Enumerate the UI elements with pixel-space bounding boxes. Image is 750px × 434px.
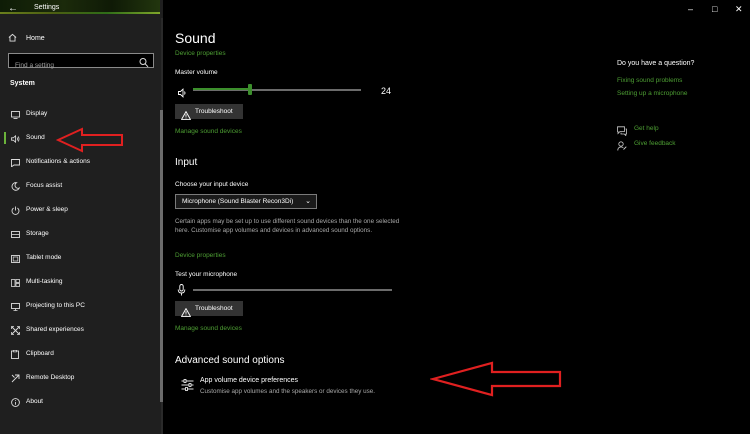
- sidebar-item-label: Sound: [26, 134, 45, 141]
- speaker-icon[interactable]: [178, 85, 188, 98]
- speaker-icon: [10, 134, 20, 143]
- display-icon: [10, 110, 20, 119]
- annotation-arrow-sound: [56, 127, 123, 153]
- sidebar-home[interactable]: Home: [8, 32, 45, 44]
- input-device-selected: Microphone (Sound Blaster Recon3Di): [182, 198, 294, 205]
- microphone-level-meter: [175, 283, 395, 296]
- home-icon: [8, 33, 22, 44]
- sidebar-item-label: Notifications & actions: [26, 158, 90, 165]
- advanced-sound-heading: Advanced sound options: [175, 355, 285, 366]
- sidebar-item-storage[interactable]: Storage: [0, 224, 160, 244]
- storage-icon: [10, 230, 20, 239]
- selection-indicator: [4, 132, 6, 144]
- sidebar-item-label: Shared experiences: [26, 326, 84, 333]
- sidebar-item-label: Display: [26, 110, 48, 117]
- close-button[interactable]: ✕: [735, 3, 743, 15]
- sidebar-item-label: About: [26, 398, 43, 405]
- power-icon: [10, 206, 20, 215]
- chevron-down-icon: ⌄: [305, 198, 311, 205]
- input-heading: Input: [175, 157, 198, 168]
- question-heading: Do you have a question?: [617, 60, 695, 67]
- warning-icon: [180, 107, 192, 120]
- remote-desktop-icon: [10, 374, 20, 383]
- setup-microphone-link[interactable]: Setting up a microphone: [617, 90, 687, 97]
- sidebar-item-power-sleep[interactable]: Power & sleep: [0, 200, 160, 220]
- sidebar-home-label: Home: [26, 34, 45, 42]
- search-icon[interactable]: [139, 55, 149, 68]
- troubleshoot-label: Troubleshoot: [195, 305, 233, 312]
- sidebar-item-label: Tablet mode: [26, 254, 62, 261]
- input-description: Certain apps may be set up to use differ…: [175, 218, 400, 234]
- input-device-dropdown[interactable]: Microphone (Sound Blaster Recon3Di) ⌄: [175, 194, 317, 209]
- tablet-icon: [10, 254, 20, 263]
- troubleshoot-label: Troubleshoot: [195, 108, 233, 115]
- search-input[interactable]: [9, 59, 131, 72]
- feedback-icon: [617, 138, 627, 151]
- output-troubleshoot-button[interactable]: Troubleshoot: [175, 104, 243, 120]
- notifications-icon: [10, 158, 20, 167]
- back-button[interactable]: ←: [8, 3, 18, 15]
- output-device-properties-link[interactable]: Device properties: [175, 50, 226, 57]
- volume-slider-fill: [193, 88, 251, 90]
- input-manage-devices-link[interactable]: Manage sound devices: [175, 325, 242, 332]
- sidebar-item-label: Power & sleep: [26, 206, 68, 213]
- sidebar-item-label: Multi-tasking: [26, 278, 63, 285]
- sidebar-item-tablet-mode[interactable]: Tablet mode: [0, 248, 160, 268]
- title-bar: ← Settings – □ ✕: [0, 0, 750, 18]
- test-microphone-label: Test your microphone: [175, 271, 238, 278]
- output-manage-devices-link[interactable]: Manage sound devices: [175, 128, 242, 135]
- moon-icon: [10, 182, 20, 191]
- sidebar-item-label: Clipboard: [26, 350, 54, 357]
- multitasking-icon: [10, 278, 20, 287]
- sidebar-item-clipboard[interactable]: Clipboard: [0, 344, 160, 364]
- annotation-arrow-app-volume: [430, 361, 562, 397]
- give-feedback-link[interactable]: Give feedback: [617, 138, 676, 151]
- sidebar-item-label: Remote Desktop: [26, 374, 75, 381]
- app-volume-description: Customise app volumes and the speakers o…: [200, 388, 376, 395]
- get-help-link[interactable]: Get help: [617, 123, 659, 137]
- master-volume-value: 24: [381, 86, 392, 96]
- input-device-properties-link[interactable]: Device properties: [175, 252, 226, 259]
- shared-icon: [10, 326, 20, 335]
- sidebar-item-multitasking[interactable]: Multi-tasking: [0, 272, 160, 292]
- page-title: Sound: [175, 30, 216, 46]
- warning-icon: [180, 304, 192, 317]
- sidebar-section-label: System: [10, 80, 35, 87]
- sidebar-item-about[interactable]: About: [0, 392, 160, 412]
- sidebar-item-remote-desktop[interactable]: Remote Desktop: [0, 368, 160, 388]
- sidebar-item-notifications[interactable]: Notifications & actions: [0, 152, 160, 172]
- fixing-sound-link[interactable]: Fixing sound problems: [617, 77, 682, 84]
- window-title: Settings: [34, 4, 60, 11]
- sidebar-item-shared-experiences[interactable]: Shared experiences: [0, 320, 160, 340]
- settings-window: Home System Display Sound Notifications …: [0, 0, 750, 434]
- chat-help-icon: [617, 123, 627, 137]
- input-troubleshoot-button[interactable]: Troubleshoot: [175, 301, 243, 317]
- app-volume-link[interactable]: App volume device preferences: [200, 377, 298, 384]
- volume-slider-thumb[interactable]: [248, 84, 253, 95]
- sidebar-item-display[interactable]: Display: [0, 104, 160, 124]
- master-volume-slider[interactable]: [175, 84, 405, 98]
- sidebar-item-focus-assist[interactable]: Focus assist: [0, 176, 160, 196]
- microphone-icon: [177, 283, 186, 296]
- projector-icon: [10, 302, 20, 311]
- minimize-button[interactable]: –: [688, 3, 693, 15]
- sidebar: Home System Display Sound Notifications …: [0, 0, 163, 434]
- sidebar-item-projecting[interactable]: Projecting to this PC: [0, 296, 160, 316]
- maximize-button[interactable]: □: [712, 3, 717, 15]
- info-icon: [10, 398, 20, 407]
- sidebar-item-label: Storage: [26, 230, 49, 237]
- get-help-label: Get help: [634, 124, 659, 132]
- master-volume-label: Master volume: [175, 69, 218, 76]
- clipboard-icon: [10, 350, 20, 359]
- search-box[interactable]: [8, 53, 154, 72]
- give-feedback-label: Give feedback: [634, 139, 676, 147]
- choose-input-label: Choose your input device: [175, 181, 249, 188]
- mic-level-track: [193, 289, 392, 291]
- sidebar-item-label: Focus assist: [26, 182, 63, 189]
- sidebar-item-label: Projecting to this PC: [26, 302, 85, 309]
- sliders-icon: [181, 378, 194, 391]
